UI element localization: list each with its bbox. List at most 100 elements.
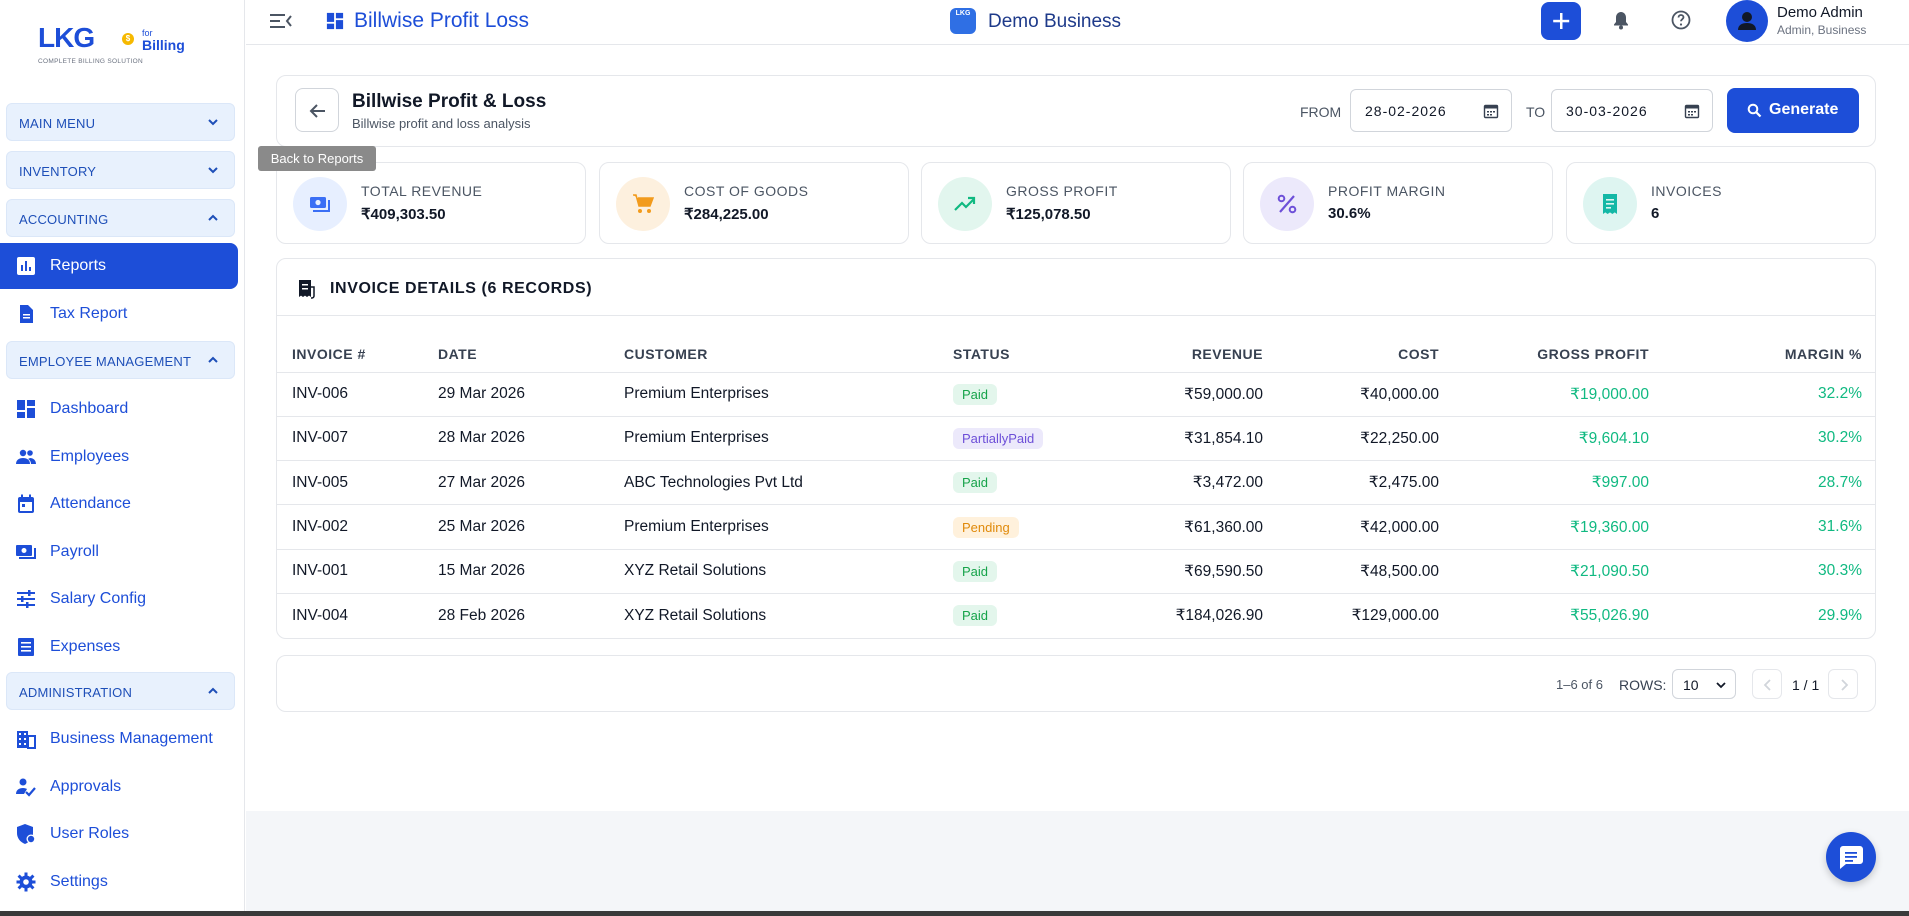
table-row[interactable]: INV-007 28 Mar 2026 Premium Enterprises …: [277, 416, 1875, 462]
stat-card-cost-of-goods: COST OF GOODS ₹284,225.00: [599, 162, 909, 244]
avatar[interactable]: [1726, 0, 1768, 42]
cell-customer: Premium Enterprises: [624, 372, 953, 417]
chevron-down-icon: [208, 167, 218, 174]
calendar-icon[interactable]: [1483, 103, 1499, 119]
calendar-icon[interactable]: [1684, 103, 1700, 119]
cell-cost: ₹42,000.00: [1263, 504, 1439, 550]
money-icon: [16, 545, 36, 559]
coin-icon: $: [122, 33, 134, 45]
column-header-status[interactable]: STATUS: [953, 326, 1103, 373]
stat-label: PROFIT MARGIN: [1328, 183, 1446, 199]
sidebar-item-label: Dashboard: [50, 400, 129, 417]
column-header-cost[interactable]: COST: [1263, 326, 1439, 373]
stat-value: ₹409,303.50: [361, 206, 446, 223]
from-date-field[interactable]: 28-02-2026: [1350, 89, 1512, 132]
brand-logo[interactable]: LKG $ for Billing COMPLETE BILLING SOLUT…: [38, 22, 208, 70]
to-date-value: 30-03-2026: [1566, 103, 1648, 119]
cell-cost: ₹22,250.00: [1263, 416, 1439, 462]
sidebar-item-attendance[interactable]: Attendance: [0, 481, 238, 527]
sidebar-item-reports[interactable]: Reports: [0, 243, 238, 289]
table-row[interactable]: INV-002 25 Mar 2026 Premium Enterprises …: [277, 504, 1875, 550]
sidebar-item-employees[interactable]: Employees: [0, 434, 238, 480]
money-icon: [310, 197, 330, 212]
document-icon: [20, 305, 33, 323]
plus-icon: [1553, 13, 1570, 29]
rows-per-page-select[interactable]: 10: [1672, 669, 1736, 699]
stat-value: 6: [1651, 205, 1660, 222]
cell-invoice: INV-007: [277, 416, 438, 462]
user-name[interactable]: Demo Admin: [1777, 4, 1863, 21]
sidebar-item-label: Payroll: [50, 543, 99, 560]
section-employee-management[interactable]: EMPLOYEE MANAGEMENT: [6, 341, 235, 379]
help-circle-icon[interactable]: [1671, 10, 1691, 30]
table-title: INVOICE DETAILS (6 RECORDS): [330, 280, 593, 297]
to-label: TO: [1526, 104, 1546, 120]
stat-icon-circle: [1583, 177, 1637, 231]
table-row[interactable]: INV-005 27 Mar 2026 ABC Technologies Pvt…: [277, 460, 1875, 506]
column-header-date[interactable]: DATE: [438, 326, 624, 373]
cell-status: Pending: [953, 504, 1103, 550]
section-inventory[interactable]: INVENTORY: [6, 151, 235, 189]
section-main-menu[interactable]: MAIN MENU: [6, 103, 235, 141]
sidebar-item-label: Attendance: [50, 495, 131, 512]
cell-cost: ₹129,000.00: [1351, 607, 1439, 625]
report-subtitle: Billwise profit and loss analysis: [352, 116, 531, 131]
column-header-gross-profit[interactable]: GROSS PROFIT: [1439, 326, 1649, 373]
table-row[interactable]: INV-006 29 Mar 2026 Premium Enterprises …: [277, 372, 1875, 417]
cell-customer: Premium Enterprises: [624, 416, 953, 462]
sidebar-item-salary-config[interactable]: Salary Config: [0, 576, 238, 622]
column-header-revenue[interactable]: REVENUE: [1103, 326, 1263, 373]
status-badge: Paid: [953, 472, 998, 494]
from-date-value: 28-02-2026: [1365, 103, 1447, 119]
invoice-table-card: INVOICE DETAILS (6 RECORDS) INVOICE # DA…: [276, 258, 1876, 639]
chevron-up-icon: [208, 214, 218, 221]
generate-button[interactable]: Generate: [1727, 88, 1859, 133]
table-row[interactable]: INV-004 28 Feb 2026 XYZ Retail Solutions…: [277, 593, 1875, 637]
chevron-left-icon: [1763, 679, 1771, 691]
stat-icon-circle: [1260, 177, 1314, 231]
sidebar-item-tax-report[interactable]: Tax Report: [0, 291, 238, 337]
column-header-margin[interactable]: MARGIN %: [1649, 326, 1875, 373]
bell-icon[interactable]: [1611, 10, 1631, 30]
previous-page-button[interactable]: [1752, 669, 1782, 699]
cell-status: Paid: [953, 460, 1103, 506]
cart-icon: [633, 194, 654, 213]
table-row[interactable]: INV-001 15 Mar 2026 XYZ Retail Solutions…: [277, 549, 1875, 594]
cell-invoice: INV-004: [292, 606, 349, 624]
add-button[interactable]: [1541, 2, 1581, 40]
stat-label: COST OF GOODS: [684, 183, 809, 199]
building-icon: [17, 731, 36, 749]
rows-per-page-value: 10: [1683, 677, 1699, 693]
generate-label: Generate: [1769, 101, 1839, 118]
sidebar-item-expenses[interactable]: Expenses: [0, 624, 238, 670]
sidebar-item-payroll[interactable]: Payroll: [0, 529, 238, 575]
report-title: Billwise Profit & Loss: [352, 91, 547, 112]
section-administration[interactable]: ADMINISTRATION: [6, 672, 235, 710]
column-header-invoice[interactable]: INVOICE #: [277, 326, 438, 373]
column-header-customer[interactable]: CUSTOMER: [624, 326, 953, 373]
sidebar-item-dashboard[interactable]: Dashboard: [0, 386, 238, 432]
sidebar-item-user-roles[interactable]: User Roles: [0, 811, 238, 857]
sidebar-item-settings[interactable]: Settings: [0, 859, 238, 905]
receipt-icon: [299, 280, 315, 299]
calendar-icon: [18, 494, 34, 513]
cell-gross-profit: ₹19,000.00: [1439, 372, 1649, 417]
sidebar-item-label: Approvals: [50, 778, 122, 795]
section-accounting[interactable]: ACCOUNTING: [6, 199, 235, 237]
chat-button[interactable]: [1826, 832, 1876, 882]
cell-cost: ₹2,475.00: [1263, 460, 1439, 506]
to-date-field[interactable]: 30-03-2026: [1551, 89, 1713, 132]
sidebar-item-approvals[interactable]: Approvals: [0, 764, 238, 810]
menu-collapse-icon[interactable]: [270, 12, 292, 30]
arrow-left-icon: [309, 104, 325, 118]
stat-card-gross-profit: GROSS PROFIT ₹125,078.50: [921, 162, 1231, 244]
business-name[interactable]: Demo Business: [988, 11, 1121, 33]
next-page-button[interactable]: [1828, 669, 1858, 699]
sidebar-item-business-management[interactable]: Business Management: [0, 716, 238, 762]
stat-value: 30.6%: [1328, 205, 1371, 222]
back-button[interactable]: [295, 88, 339, 132]
section-label: EMPLOYEE MANAGEMENT: [19, 354, 192, 369]
gear-icon: [16, 872, 36, 892]
cell-date: 27 Mar 2026: [438, 460, 624, 506]
cell-invoice: INV-002: [277, 504, 438, 550]
